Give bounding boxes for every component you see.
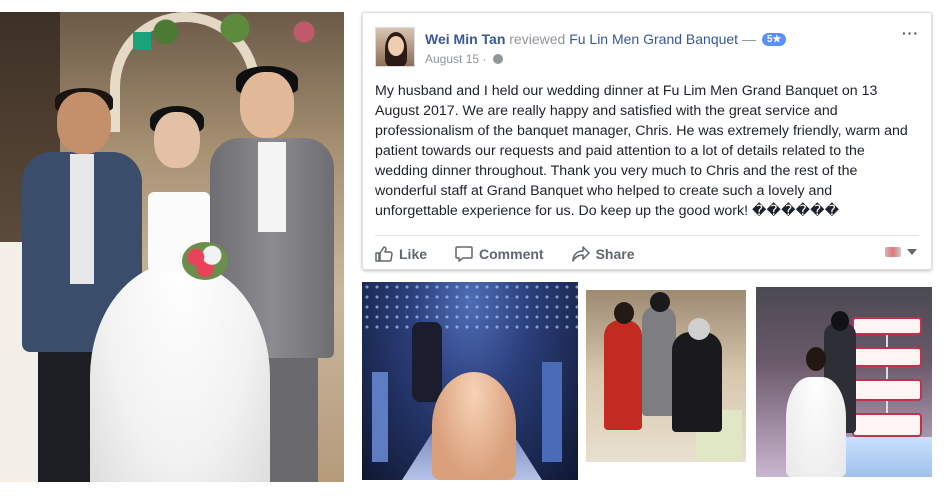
review-body-text: My husband and I held our wedding dinner… (375, 83, 908, 219)
wedding-cake (852, 317, 922, 437)
like-button[interactable]: Like (375, 246, 427, 262)
caret-down-icon (907, 249, 917, 255)
bride-gown (432, 372, 516, 480)
groom-figure (412, 322, 442, 402)
groom-figure (642, 292, 676, 416)
review-post-card: Wei Min Tan reviewed Fu Lin Men Grand Ba… (362, 12, 932, 270)
post-date-link[interactable]: August 15 (425, 52, 479, 66)
post-meta: August 15 · (425, 52, 503, 66)
comment-button[interactable]: Comment (455, 246, 544, 262)
thumbs-up-icon (375, 246, 393, 262)
cake-cutting-photo[interactable] (756, 287, 932, 477)
exit-sign (133, 32, 151, 50)
speech-bubble-icon (455, 246, 473, 262)
more-dots-icon[interactable]: ··· (902, 25, 919, 41)
author-avatar[interactable] (375, 27, 415, 67)
ceiling-lights (362, 282, 578, 332)
cake-table (836, 437, 932, 477)
author-name-link[interactable]: Wei Min Tan (425, 31, 505, 47)
flower-garland (120, 12, 344, 52)
audience-dropdown[interactable] (885, 247, 917, 257)
actions-divider (375, 235, 919, 236)
globe-icon[interactable] (492, 54, 503, 64)
share-arrow-icon (571, 246, 590, 262)
decor-pillar-right (542, 362, 562, 462)
wedding-couple-photo[interactable] (0, 12, 344, 482)
meta-dot: · (482, 52, 487, 66)
bride-figure (90, 106, 270, 482)
tea-ceremony-photo[interactable] (586, 290, 746, 462)
elder-figure (672, 318, 722, 432)
review-action-text: reviewed (509, 31, 566, 47)
header-separator: — (741, 31, 756, 47)
march-in-photo[interactable] (362, 282, 578, 480)
rating-badge: 5★ (761, 33, 787, 46)
bride-figure (604, 302, 642, 430)
like-label: Like (399, 246, 428, 262)
comment-label: Comment (479, 246, 544, 262)
review-header: Wei Min Tan reviewed Fu Lin Men Grand Ba… (425, 31, 787, 47)
share-button[interactable]: Share (571, 246, 635, 262)
page-mini-avatar-icon (885, 247, 901, 257)
bouquet (182, 242, 228, 280)
post-actions-bar: Like Comment Share (375, 243, 663, 265)
bride-figure (786, 347, 846, 477)
decor-pillar-left (372, 372, 388, 462)
page-name-link[interactable]: Fu Lin Men Grand Banquet (569, 31, 738, 47)
share-label: Share (595, 246, 635, 262)
